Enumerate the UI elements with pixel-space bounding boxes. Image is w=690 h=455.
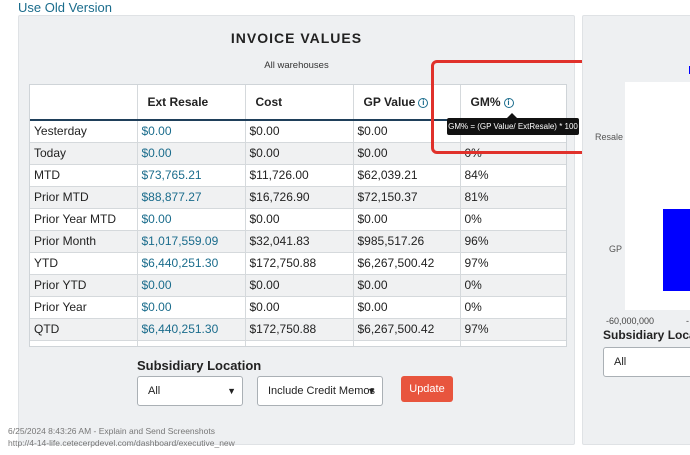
gp-value-cell: $0.00 — [353, 274, 461, 297]
chevron-down-icon: ▼ — [227, 386, 236, 396]
subsidiary-location-value: All — [148, 385, 161, 397]
axis-label-gp: GP — [609, 244, 623, 254]
gm-highlight-box — [431, 60, 599, 154]
gp-value-cell: $0.00 — [353, 296, 461, 319]
gm-cell: 97% — [460, 318, 566, 341]
gm-cell: 0% — [460, 274, 566, 297]
subsidiary-location-select[interactable]: All — [603, 347, 690, 377]
gm-cell: 0% — [460, 296, 566, 319]
panel-title: INVOICE VALUES — [230, 30, 363, 46]
ext-resale-cell[interactable]: $6,440,251.30 — [137, 318, 246, 341]
table-row: Prior YTD $0.00 $0.00 $0.00 0% — [30, 274, 566, 297]
gp-value-cell: $0.00 — [353, 208, 461, 231]
info-icon[interactable]: i — [418, 97, 429, 108]
table-row: YTD $6,440,251.30 $172,750.88 $6,267,500.42… — [30, 252, 566, 275]
row-label: Prior MTD — [30, 186, 138, 209]
subsidiary-location-value: All — [614, 356, 627, 368]
ext-resale-cell[interactable]: $6,440,251.30 — [137, 252, 246, 275]
table-row: MTD $73,765.21 $11,726.00 $62,039.21 84% — [30, 164, 566, 187]
gm-cell: 0% — [460, 340, 566, 346]
row-label: Today — [30, 142, 138, 165]
col-header-ext-resale: Ext Resale — [137, 85, 246, 121]
col-header-label — [30, 85, 138, 121]
gp-value-cell: $985,517.26 — [353, 230, 461, 253]
ext-resale-cell[interactable]: $1,017,559.09 — [137, 230, 246, 253]
cost-cell: $0.00 — [245, 296, 354, 319]
cost-cell: $0.00 — [245, 274, 354, 297]
row-label: Prior Year — [30, 296, 138, 319]
row-label: Yesterday — [30, 120, 138, 143]
credit-memos-value: Include Credit Memos — [268, 385, 375, 397]
ext-resale-cell[interactable]: $0.00 — [137, 274, 246, 297]
ext-resale-cell[interactable]: $0.00 — [137, 340, 246, 346]
cost-cell: $32,041.83 — [245, 230, 354, 253]
gp-value-cell: $0.00 — [353, 340, 461, 346]
table-row: QTD $6,440,251.30 $172,750.88 $6,267,500.42… — [30, 318, 566, 341]
gm-cell: 84% — [460, 164, 566, 187]
gp-bar — [663, 209, 690, 291]
watermark-line: 6/25/2024 8:43:26 AM - Explain and Send … — [8, 426, 215, 436]
x-tick-label: - — [686, 316, 689, 326]
cost-cell: $0.00 — [245, 340, 354, 346]
ext-resale-cell[interactable]: $0.00 — [137, 142, 246, 165]
x-tick-label: -60,000,000 — [606, 316, 655, 326]
cost-cell: $172,750.88 — [245, 252, 354, 275]
ext-resale-cell[interactable]: $0.00 — [137, 208, 246, 231]
ext-resale-cell[interactable]: $88,877.27 — [137, 186, 246, 209]
cost-cell: $11,726.00 — [245, 164, 354, 187]
row-label: QTD — [30, 318, 138, 341]
cost-cell: $0.00 — [245, 208, 354, 231]
gm-tooltip: GM% = (GP Value/ ExtResale) * 100 — [447, 118, 579, 135]
cost-cell: $0.00 — [245, 120, 354, 143]
gm-cell: 81% — [460, 186, 566, 209]
table-row: Prior Year QTD$0.00$0.00$0.000% — [30, 340, 566, 346]
gp-value-cell: $6,267,500.42 — [353, 252, 461, 275]
col-header-gp-value-text: GP Value — [363, 95, 416, 109]
row-label: YTD — [30, 252, 138, 275]
table-row: Prior Year $0.00 $0.00 $0.00 0% — [30, 296, 566, 319]
use-old-version-link[interactable]: Use Old Version — [18, 0, 112, 15]
subsidiary-location-label: Subsidiary Locat — [603, 328, 690, 342]
gm-cell: 0% — [460, 208, 566, 231]
ext-resale-cell[interactable]: $0.00 — [137, 296, 246, 319]
subsidiary-location-select[interactable]: All ▼ — [137, 376, 243, 406]
gm-cell: 97% — [460, 252, 566, 275]
row-label: Prior YTD — [30, 274, 138, 297]
watermark-line: http://4-14-life.cetecerpdevel.com/dashb… — [8, 438, 235, 448]
screenshot-watermark: 6/25/2024 8:43:26 AM - Explain and Send … — [8, 425, 308, 449]
gp-value-cell: $62,039.21 — [353, 164, 461, 187]
chevron-down-icon: ▼ — [367, 386, 376, 396]
row-label: Prior Year QTD — [30, 340, 138, 346]
credit-memos-select[interactable]: Include Credit Memos ▼ — [257, 376, 383, 406]
update-button[interactable]: Update — [401, 376, 453, 402]
cost-cell: $16,726.90 — [245, 186, 354, 209]
table-row: Prior MTD $88,877.27 $16,726.90 $72,150.37 8… — [30, 186, 566, 209]
table-row: Prior Month $1,017,559.09 $32,041.83 $985,5… — [30, 230, 566, 253]
subsidiary-location-label: Subsidiary Location — [137, 358, 262, 373]
gp-value-cell: $72,150.37 — [353, 186, 461, 209]
chart-panel: Resale GP -60,000,000 - Subsidiary Locat… — [582, 15, 690, 445]
table-row: Prior Year MTD $0.00 $0.00 $0.00 0% — [30, 208, 566, 231]
gm-cell: 96% — [460, 230, 566, 253]
ext-resale-cell[interactable]: $0.00 — [137, 120, 246, 143]
axis-label-resale: Resale — [595, 132, 624, 142]
cost-cell: $0.00 — [245, 142, 354, 165]
row-label: MTD — [30, 164, 138, 187]
row-label: Prior Year MTD — [30, 208, 138, 231]
row-label: Prior Month — [30, 230, 138, 253]
col-header-cost: Cost — [245, 85, 354, 121]
gp-value-cell: $6,267,500.42 — [353, 318, 461, 341]
cost-cell: $172,750.88 — [245, 318, 354, 341]
ext-resale-cell[interactable]: $73,765.21 — [137, 164, 246, 187]
